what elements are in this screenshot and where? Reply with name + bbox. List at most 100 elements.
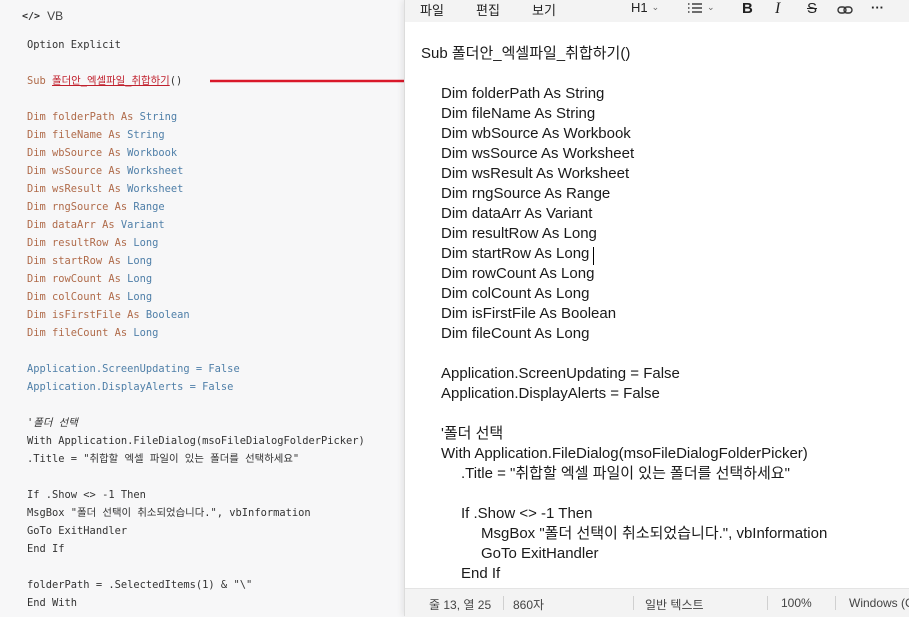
code-line-dim: Dim wsResult As Worksheet — [27, 183, 183, 196]
code-line-if: If .Show <> -1 Then — [27, 489, 146, 501]
strikethrough-button[interactable]: S — [807, 0, 817, 17]
sub-paren: () — [169, 75, 183, 87]
encoding[interactable]: Windows (C — [849, 596, 909, 610]
heading-dropdown[interactable]: H1 ⌄ — [631, 0, 659, 15]
code-line-screen-updating: Application.ScreenUpdating = False — [27, 363, 240, 376]
code-line-dim: Dim rowCount As Long — [27, 273, 152, 286]
variable-name: wbSource — [52, 147, 103, 159]
editor-line-dim: Dim wbSource As Workbook — [441, 125, 631, 142]
list-dropdown[interactable]: ⌄ — [687, 0, 715, 14]
text-format[interactable]: 일반 텍스트 — [645, 596, 704, 613]
editor-line-dim: Dim resultRow As Long — [441, 225, 597, 242]
link-button[interactable] — [837, 4, 853, 16]
variable-type: Variant — [120, 219, 165, 231]
chevron-down-icon: ⌄ — [651, 2, 660, 12]
editor-line-dim: Dim colCount As Long — [441, 285, 590, 302]
code-line-dim: Dim colCount As Long — [27, 291, 152, 304]
as-keyword: As — [108, 237, 134, 249]
editor-line-dim: Dim dataArr As Variant — [441, 205, 593, 222]
dim-keyword: Dim — [27, 255, 53, 267]
as-keyword: As — [108, 327, 134, 339]
variable-type: Long — [133, 327, 159, 339]
chevron-down-icon: ⌄ — [707, 1, 715, 12]
code-line-dim: Dim isFirstFile As Boolean — [27, 309, 190, 322]
link-icon — [837, 6, 853, 14]
variable-name: folderPath — [52, 111, 115, 123]
editor-line-endif: End If — [461, 565, 501, 582]
list-icon — [688, 3, 702, 13]
variable-name: fileCount — [52, 327, 109, 339]
editor-line-dim: Dim fileName As String — [441, 105, 596, 122]
sub-name: 폴더안_엑셀파일_취합하기 — [52, 75, 170, 87]
menu-view[interactable]: 보기 — [532, 0, 556, 19]
editor-line-title: .Title = "취합할 엑셀 파일이 있는 폴더를 선택하세요" — [461, 465, 790, 482]
status-divider — [767, 596, 768, 610]
notepad-window: 파일 편집 보기 H1 ⌄ ⌄ B I S ··· Sub 폴더안_엑셀파일_취합… — [404, 0, 909, 617]
dim-keyword: Dim — [27, 129, 53, 141]
code-line-dim: Dim fileCount As Long — [27, 327, 158, 340]
as-keyword: As — [120, 309, 146, 321]
char-count: 860자 — [513, 598, 545, 612]
variable-name: wsResult — [52, 183, 103, 195]
zoom-level[interactable]: 100% — [781, 596, 812, 610]
menu-edit[interactable]: 편집 — [476, 0, 500, 19]
variable-type: Worksheet — [127, 183, 184, 195]
editor-line-dim: Dim fileCount As Long — [441, 325, 590, 342]
dim-keyword: Dim — [27, 183, 53, 195]
editor-line-comment: '폴더 선택 — [441, 425, 504, 442]
variable-name: fileName — [52, 129, 103, 141]
code-line-title: .Title = "취합할 엑셀 파일이 있는 폴더를 선택하세요" — [27, 453, 300, 465]
cursor-position: 줄 13, 열 25 — [429, 598, 492, 612]
variable-type: Worksheet — [127, 165, 184, 177]
code-line-folderpath: folderPath = .SelectedItems(1) & "\" — [27, 579, 253, 591]
code-line-dim: Dim wbSource As Workbook — [27, 147, 177, 160]
as-keyword: As — [102, 273, 128, 285]
code-line-dim: Dim wsSource As Worksheet — [27, 165, 183, 178]
editor-line-dim: Dim wsResult As Worksheet — [441, 165, 630, 182]
code-line-dim: Dim folderPath As String — [27, 111, 177, 124]
variable-name: rngSource — [52, 201, 109, 213]
text-caret — [593, 247, 594, 265]
editor-line-display-alerts: Application.DisplayAlerts = False — [441, 385, 660, 402]
more-button[interactable]: ··· — [871, 0, 884, 15]
heading-label: H1 — [631, 0, 648, 15]
variable-type: Long — [133, 237, 159, 249]
status-divider — [503, 596, 504, 610]
code-line-msgbox: MsgBox "폴더 선택이 취소되었습니다.", vbInformation — [27, 507, 311, 519]
code-line-comment: '폴더 선택 — [27, 417, 78, 429]
italic-button[interactable]: I — [775, 0, 780, 18]
status-bar: 줄 13, 열 25 860자 일반 텍스트 100% Windows (C — [405, 588, 909, 617]
as-keyword: As — [108, 201, 134, 213]
as-keyword: As — [102, 165, 128, 177]
menu-file[interactable]: 파일 — [420, 0, 444, 19]
as-keyword: As — [102, 183, 128, 195]
code-text: Application.ScreenUpdating = False — [27, 363, 240, 375]
variable-type: Long — [127, 255, 153, 267]
status-divider — [835, 596, 836, 610]
code-line-sub: Sub 폴더안_엑셀파일_취합하기() — [27, 75, 182, 88]
editor-line-dim: Dim isFirstFile As Boolean — [441, 305, 617, 322]
code-block-panel: </> VB Option Explicit Sub 폴더안_엑셀파일_취합하기… — [0, 0, 420, 616]
dim-keyword: Dim — [27, 327, 53, 339]
as-keyword: As — [102, 255, 128, 267]
code-text: Application.DisplayAlerts = False — [27, 381, 234, 393]
variable-type: Range — [133, 201, 165, 213]
editor-line-with: With Application.FileDialog(msoFileDialo… — [441, 445, 808, 462]
as-keyword: As — [102, 147, 128, 159]
as-keyword: As — [114, 111, 140, 123]
as-keyword: As — [102, 129, 128, 141]
code-line-endif: End If — [27, 543, 65, 555]
code-line-dim: Dim startRow As Long — [27, 255, 152, 268]
status-divider — [633, 596, 634, 610]
variable-name: colCount — [52, 291, 103, 303]
red-arrow-icon — [210, 74, 421, 88]
as-keyword: As — [102, 291, 128, 303]
bold-button[interactable]: B — [742, 0, 753, 17]
language-label: VB — [47, 9, 64, 23]
text-editor[interactable]: Sub 폴더안_엑셀파일_취합하기() Dim folderPath As St… — [405, 22, 909, 588]
variable-type: String — [127, 129, 165, 141]
code-line-dim: Dim fileName As String — [27, 129, 165, 142]
as-keyword: As — [95, 219, 121, 231]
editor-line-goto: GoTo ExitHandler — [481, 545, 599, 562]
dim-keyword: Dim — [27, 165, 53, 177]
